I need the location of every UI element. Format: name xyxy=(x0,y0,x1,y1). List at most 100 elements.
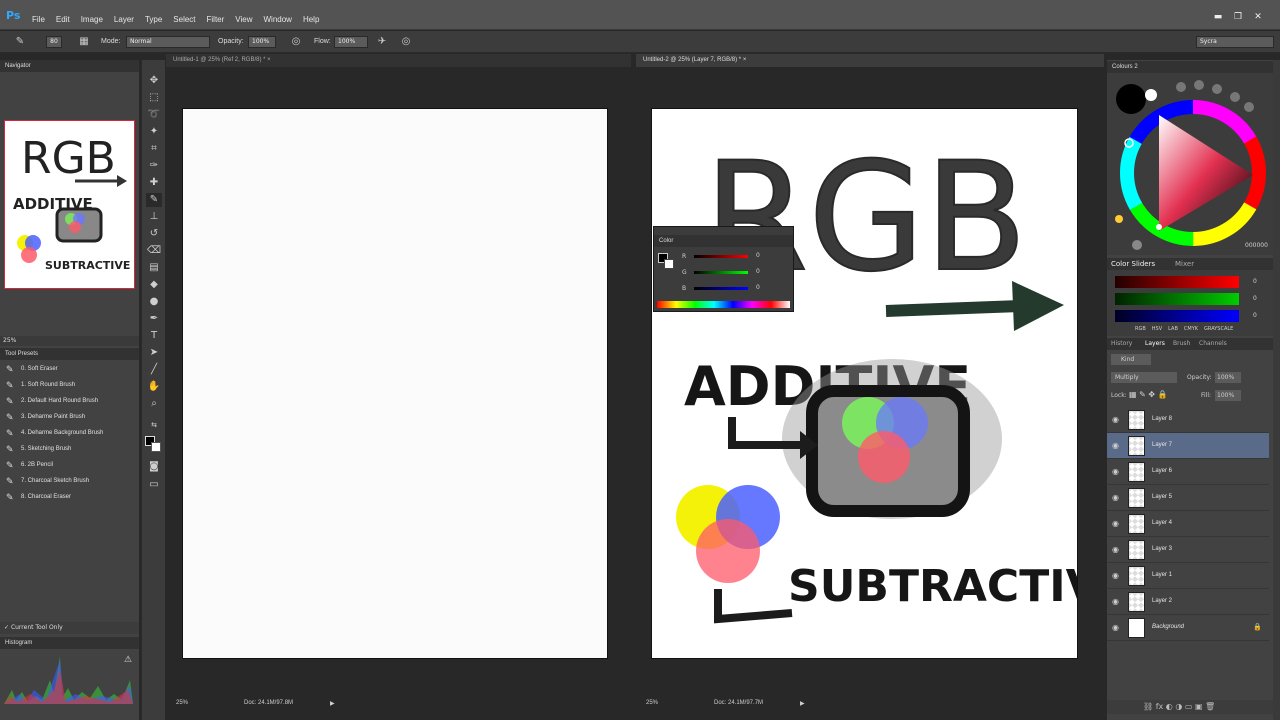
document-tab-1[interactable]: Untitled-1 @ 25% (Ref 2, RGB/8) * × xyxy=(166,54,631,67)
lasso-tool-icon[interactable]: ➰ xyxy=(146,108,162,122)
preset-item[interactable]: ✎ 6. 2B Pencil xyxy=(0,457,136,473)
path-select-icon[interactable]: ➤ xyxy=(146,346,162,360)
hand-tool-icon[interactable]: ✋ xyxy=(146,380,162,394)
filter-kind-select[interactable]: Kind xyxy=(1111,354,1151,365)
pressure-opacity-icon[interactable]: ◎ xyxy=(290,36,302,48)
layer-row[interactable]: ◉ Layer 2 xyxy=(1107,589,1269,615)
minimize-button[interactable]: ▬ xyxy=(1212,13,1224,22)
document-tab-2[interactable]: Untitled-2 @ 25% (Layer 7, RGB/8) * × xyxy=(636,54,1104,67)
r-slider[interactable] xyxy=(694,255,748,258)
type-tool-icon[interactable]: T xyxy=(146,329,162,343)
quick-mask-icon[interactable]: ◙ xyxy=(146,460,162,474)
menu-select[interactable]: Select xyxy=(173,15,195,24)
navigator-thumbnail[interactable]: RGB ADDITIVE SUBTRACTIVE xyxy=(4,120,135,289)
brush-size-field[interactable]: 80 xyxy=(46,36,62,48)
airbrush-icon[interactable]: ✈ xyxy=(376,36,388,48)
layer-row-selected[interactable]: ◉ Layer 7 xyxy=(1107,433,1269,459)
layer-row[interactable]: ◉ Layer 4 xyxy=(1107,511,1269,537)
fill-field[interactable]: 100% xyxy=(1215,390,1241,401)
preset-item[interactable]: ✎ 4. Deharme Background Brush xyxy=(0,425,136,441)
preset-item[interactable]: ✎ 8. Charcoal Eraser xyxy=(0,489,136,505)
current-tool-only-checkbox[interactable]: ✓ Current Tool Only xyxy=(0,622,139,634)
doc1-status-arrow-icon[interactable]: ▶ xyxy=(330,700,335,707)
visibility-eye-icon[interactable]: ◉ xyxy=(1112,467,1122,477)
layer-row-background[interactable]: ◉ Background 🔒 xyxy=(1107,615,1269,641)
previous-color-swatch[interactable] xyxy=(1145,89,1157,101)
close-button[interactable]: ✕ xyxy=(1252,13,1264,22)
line-tool-icon[interactable]: ╱ xyxy=(146,363,162,377)
layer-footer-icons[interactable]: ⛓ fx ◐ ◑ ▭ ▣ 🗑 xyxy=(1143,702,1215,711)
b-slider[interactable] xyxy=(694,287,748,290)
layer-row[interactable]: ◉ Layer 1 xyxy=(1107,563,1269,589)
visibility-eye-icon[interactable]: ◉ xyxy=(1112,441,1122,451)
workspace-select[interactable]: Sycra xyxy=(1196,36,1274,48)
canvas-2[interactable]: RGB ADDITIVE SUBTRACTIVE xyxy=(651,108,1078,659)
layer-row[interactable]: ◉ Layer 8 xyxy=(1107,407,1269,433)
preset-item[interactable]: ✎ 3. Deharme Paint Brush xyxy=(0,409,136,425)
dodge-tool-icon[interactable]: ● xyxy=(146,295,162,309)
tab-layers[interactable]: Layers xyxy=(1145,340,1165,347)
layer-row[interactable]: ◉ Layer 3 xyxy=(1107,537,1269,563)
mode-rgb[interactable]: RGB xyxy=(1135,326,1146,332)
visibility-eye-icon[interactable]: ◉ xyxy=(1112,493,1122,503)
tab-close-icon[interactable]: × xyxy=(267,57,271,63)
move-tool-icon[interactable]: ✥ xyxy=(146,74,162,88)
mode-cmyk[interactable]: CMYK xyxy=(1184,326,1198,332)
visibility-eye-icon[interactable]: ◉ xyxy=(1112,597,1122,607)
preset-item[interactable]: ✎ 1. Soft Round Brush xyxy=(0,377,136,393)
canvas-1[interactable] xyxy=(182,108,608,659)
color-bg-swatch[interactable] xyxy=(664,259,674,269)
color-spectrum-bar[interactable] xyxy=(657,301,790,308)
magic-wand-icon[interactable]: ✦ xyxy=(146,125,162,139)
doc1-zoom[interactable]: 25% xyxy=(176,700,188,706)
blue-slider[interactable] xyxy=(1115,310,1239,322)
current-color-swatch[interactable] xyxy=(1116,84,1146,114)
blur-tool-icon[interactable]: ◆ xyxy=(146,278,162,292)
visibility-eye-icon[interactable]: ◉ xyxy=(1112,571,1122,581)
g-value[interactable]: 0 xyxy=(756,268,760,275)
g-slider[interactable] xyxy=(694,271,748,274)
mode-grayscale[interactable]: GRAYSCALE xyxy=(1204,326,1233,332)
tab-mixer[interactable]: Mixer xyxy=(1175,260,1194,268)
zoom-tool-icon[interactable]: ⌕ xyxy=(146,397,162,411)
menu-image[interactable]: Image xyxy=(81,15,103,24)
menu-layer[interactable]: Layer xyxy=(114,15,134,24)
flow-field[interactable]: 100% xyxy=(334,36,368,48)
blend-mode-select[interactable]: Multiply xyxy=(1111,372,1177,383)
mode-lab[interactable]: LAB xyxy=(1168,326,1178,332)
red-value[interactable]: 0 xyxy=(1253,278,1257,285)
pen-tool-icon[interactable]: ✒ xyxy=(146,312,162,326)
green-slider[interactable] xyxy=(1115,293,1239,305)
preset-item[interactable]: ✎ 7. Charcoal Sketch Brush xyxy=(0,473,136,489)
opacity-field[interactable]: 100% xyxy=(248,36,276,48)
tab-channels[interactable]: Channels xyxy=(1199,340,1227,347)
doc2-zoom[interactable]: 25% xyxy=(646,700,658,706)
menu-file[interactable]: File xyxy=(32,15,45,24)
menu-window[interactable]: Window xyxy=(264,15,292,24)
mode-select[interactable]: Normal xyxy=(126,36,210,48)
brush-tool-icon[interactable]: ✎ xyxy=(14,36,26,48)
layer-row[interactable]: ◉ Layer 6 xyxy=(1107,459,1269,485)
eyedropper-icon[interactable]: ✑ xyxy=(146,159,162,173)
doc2-status-arrow-icon[interactable]: ▶ xyxy=(800,700,805,707)
pressure-size-icon[interactable]: ◎ xyxy=(400,36,412,48)
navigator-zoom-bar[interactable]: 25% xyxy=(0,336,139,346)
menu-type[interactable]: Type xyxy=(145,15,162,24)
gradient-tool-icon[interactable]: ▤ xyxy=(146,261,162,275)
green-value[interactable]: 0 xyxy=(1253,295,1257,302)
background-color-swatch[interactable] xyxy=(151,442,161,452)
healing-brush-icon[interactable]: ✚ xyxy=(146,176,162,190)
crop-tool-icon[interactable]: ⌗ xyxy=(146,142,162,156)
preset-item[interactable]: ✎ 0. Soft Eraser xyxy=(0,361,136,377)
r-value[interactable]: 0 xyxy=(756,252,760,259)
warning-icon[interactable]: ⚠ xyxy=(124,655,132,665)
restore-button[interactable]: ❐ xyxy=(1232,13,1244,22)
panel-scrollbar[interactable] xyxy=(1273,60,1280,720)
layer-row[interactable]: ◉ Layer 5 xyxy=(1107,485,1269,511)
marquee-tool-icon[interactable]: ⬚ xyxy=(146,91,162,105)
menu-view[interactable]: View xyxy=(235,15,252,24)
swap-colors-icon[interactable]: ⇆ xyxy=(146,418,162,432)
clone-stamp-icon[interactable]: ⊥ xyxy=(146,210,162,224)
menu-help[interactable]: Help xyxy=(303,15,319,24)
history-brush-icon[interactable]: ↺ xyxy=(146,227,162,241)
